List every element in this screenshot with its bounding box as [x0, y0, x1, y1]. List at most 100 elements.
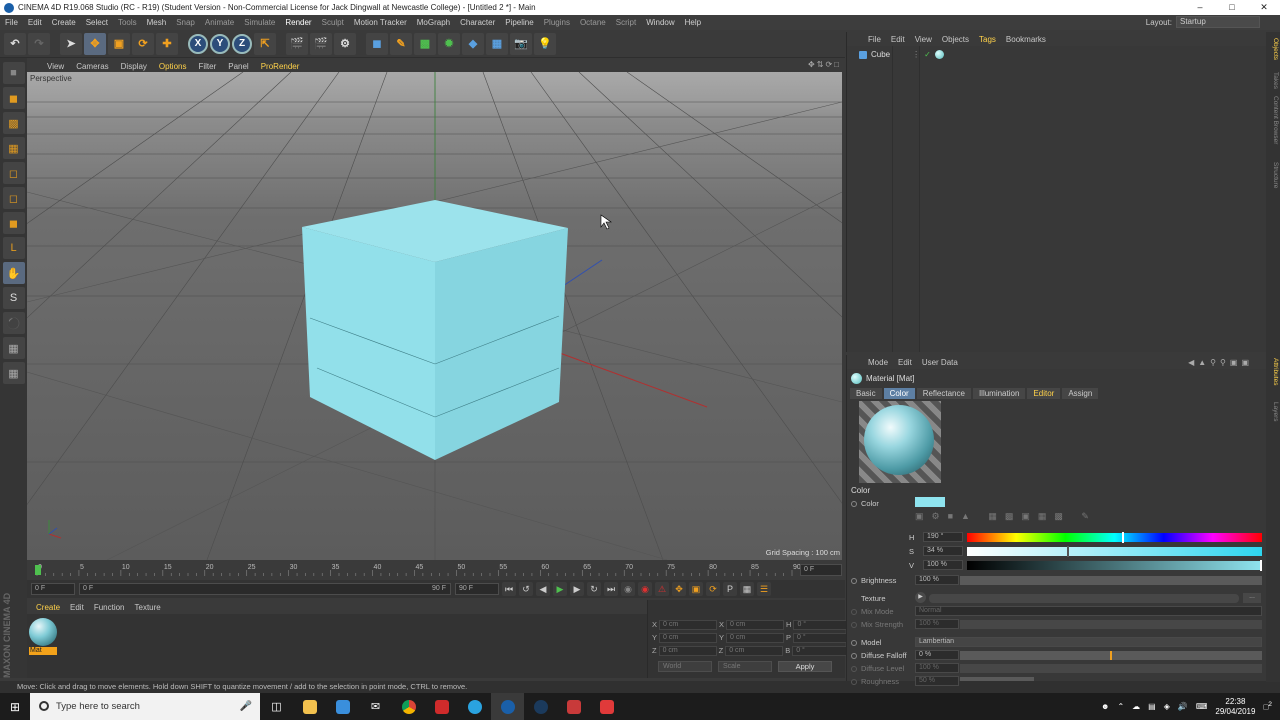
- key-scale-icon[interactable]: ▣: [689, 582, 703, 596]
- volume-icon[interactable]: 🔊: [1178, 702, 1188, 711]
- menu-create[interactable]: Create: [47, 18, 81, 27]
- axis-mode-icon[interactable]: L: [2, 237, 25, 259]
- s-value-field[interactable]: 34 %: [923, 546, 963, 556]
- coordinate-mode-dropdown[interactable]: World: [658, 661, 712, 672]
- material-thumbnail[interactable]: [29, 618, 57, 646]
- menu-plugins[interactable]: Plugins: [539, 18, 575, 27]
- render-view-icon[interactable]: 🎬: [286, 32, 308, 55]
- y-axis-icon[interactable]: Y: [210, 33, 230, 54]
- workplane-lock-icon[interactable]: ▦: [2, 337, 25, 359]
- move-tool-icon[interactable]: ✥: [84, 32, 106, 55]
- app-icon[interactable]: [557, 693, 590, 720]
- microphone-icon[interactable]: 🎤: [240, 701, 252, 712]
- mail-icon[interactable]: ✉: [359, 693, 392, 720]
- play-icon[interactable]: ▶: [553, 582, 567, 596]
- model-dropdown[interactable]: Lambertian: [915, 637, 1262, 647]
- size-y-field[interactable]: 0 cm: [726, 633, 785, 643]
- visibility-dots-icon[interactable]: ⋮: [912, 50, 920, 59]
- am-menu-edit[interactable]: Edit: [893, 358, 917, 367]
- coordinate-system-icon[interactable]: ⇱: [254, 32, 276, 55]
- color-picker-mode-icons[interactable]: ▣⚙■▲ ▦▩▣▦▩ ✎: [915, 511, 1097, 522]
- roughness-field[interactable]: 50 %: [915, 676, 959, 686]
- menu-snap[interactable]: Snap: [171, 18, 200, 27]
- cube-primitive-icon[interactable]: ◼: [366, 32, 388, 55]
- menu-animate[interactable]: Animate: [200, 18, 239, 27]
- key-position-icon[interactable]: ✥: [672, 582, 686, 596]
- camera-icon[interactable]: 📷: [510, 32, 532, 55]
- tweak-mode-icon[interactable]: ✋: [2, 262, 25, 284]
- h-value-field[interactable]: 190 °: [923, 532, 963, 542]
- tab-objects[interactable]: Objects: [1267, 38, 1279, 60]
- position-x-field[interactable]: 0 cm: [659, 620, 718, 630]
- hue-slider[interactable]: [967, 532, 1262, 543]
- tab-attributes[interactable]: Attributes: [1267, 358, 1279, 385]
- key-pla-icon[interactable]: ▦: [740, 582, 754, 596]
- coordinate-scale-dropdown[interactable]: Scale: [718, 661, 772, 672]
- tab-assign[interactable]: Assign: [1062, 388, 1099, 399]
- polygons-mode-icon[interactable]: ◼: [2, 212, 25, 234]
- steam-icon[interactable]: [524, 693, 557, 720]
- network-icon[interactable]: ▤: [1148, 702, 1156, 711]
- task-view-icon[interactable]: ◫: [260, 693, 293, 720]
- menu-select[interactable]: Select: [81, 18, 113, 27]
- timeline-playhead[interactable]: [35, 565, 41, 575]
- menu-window[interactable]: Window: [641, 18, 679, 27]
- mograph-cloner-icon[interactable]: ✹: [438, 32, 460, 55]
- material-menu-function[interactable]: Function: [89, 603, 130, 612]
- om-menu-objects[interactable]: Objects: [937, 35, 974, 44]
- people-icon[interactable]: ☻: [1101, 702, 1109, 711]
- viewport-navigation-icons[interactable]: ✥⇅⟳□: [808, 60, 841, 69]
- show-hidden-icons-icon[interactable]: ⌃: [1117, 702, 1124, 711]
- render-settings-icon[interactable]: ⚙: [334, 32, 356, 55]
- wifi-icon[interactable]: ◈: [1164, 702, 1170, 711]
- media-app-icon[interactable]: [425, 693, 458, 720]
- animation-dot-icon[interactable]: [851, 639, 857, 646]
- material-menu-edit[interactable]: Edit: [65, 603, 89, 612]
- roughness-slider[interactable]: [960, 677, 1034, 681]
- store-icon[interactable]: [326, 693, 359, 720]
- deformer-icon[interactable]: ◆: [462, 32, 484, 55]
- previous-frame-icon[interactable]: ◀: [536, 582, 550, 596]
- diffuse-falloff-slider[interactable]: [960, 651, 1262, 660]
- floor-scene-icon[interactable]: ▦: [486, 32, 508, 55]
- rotation-p-field[interactable]: 0 °: [793, 633, 852, 643]
- animation-dot-icon[interactable]: [851, 500, 857, 507]
- tab-structure[interactable]: Structure: [1267, 162, 1279, 188]
- timeline-window-icon[interactable]: ☰: [757, 582, 771, 596]
- am-menu-user-data[interactable]: User Data: [917, 358, 963, 367]
- maximize-icon[interactable]: □: [1216, 0, 1248, 15]
- previous-key-icon[interactable]: ↺: [519, 582, 533, 596]
- menu-tools[interactable]: Tools: [113, 18, 142, 27]
- tab-takes[interactable]: Takes: [1267, 72, 1279, 89]
- snap-icon[interactable]: ⚫: [2, 312, 25, 334]
- go-to-start-icon[interactable]: ⏮: [502, 582, 516, 596]
- current-frame-field[interactable]: 0 F: [800, 564, 842, 576]
- rotation-h-field[interactable]: 0 °: [793, 620, 852, 630]
- menu-help[interactable]: Help: [680, 18, 706, 27]
- cinema4d-taskbar-icon[interactable]: [491, 693, 524, 720]
- layout-dropdown[interactable]: Startup: [1176, 16, 1260, 28]
- frame-range-slider[interactable]: 0 F 90 F: [79, 583, 451, 595]
- size-x-field[interactable]: 0 cm: [726, 620, 785, 630]
- material-menu-create[interactable]: Create: [31, 603, 65, 612]
- menu-sculpt[interactable]: Sculpt: [317, 18, 349, 27]
- telegram-icon[interactable]: [458, 693, 491, 720]
- make-editable-icon[interactable]: ■: [2, 62, 25, 84]
- om-menu-edit[interactable]: Edit: [886, 35, 910, 44]
- tab-content-browser[interactable]: Content Browser: [1267, 96, 1279, 144]
- menu-render[interactable]: Render: [280, 18, 316, 27]
- autokey-icon[interactable]: ⚠: [655, 582, 669, 596]
- menu-pipeline[interactable]: Pipeline: [500, 18, 538, 27]
- material-name-label[interactable]: Mat: [29, 647, 57, 655]
- am-nav-icons[interactable]: ◀▲⚲⚲▣▣: [1183, 358, 1258, 367]
- start-frame-field[interactable]: 0 F: [31, 583, 75, 595]
- render-picture-viewer-icon[interactable]: 🎬: [310, 32, 332, 55]
- perspective-viewport[interactable]: Perspective Grid Spacing : 100 cm: [27, 72, 842, 560]
- timeline-ruler[interactable]: 051015202530354045505560657075808590 0 F: [27, 561, 845, 579]
- viewport-menu-cameras[interactable]: Cameras: [70, 62, 114, 71]
- om-menu-file[interactable]: File: [863, 35, 886, 44]
- tab-reflectance[interactable]: Reflectance: [916, 388, 971, 399]
- taskbar-search-box[interactable]: Type here to search 🎤: [30, 693, 260, 720]
- am-menu-mode[interactable]: Mode: [863, 358, 893, 367]
- brightness-value-field[interactable]: 100 %: [915, 575, 959, 585]
